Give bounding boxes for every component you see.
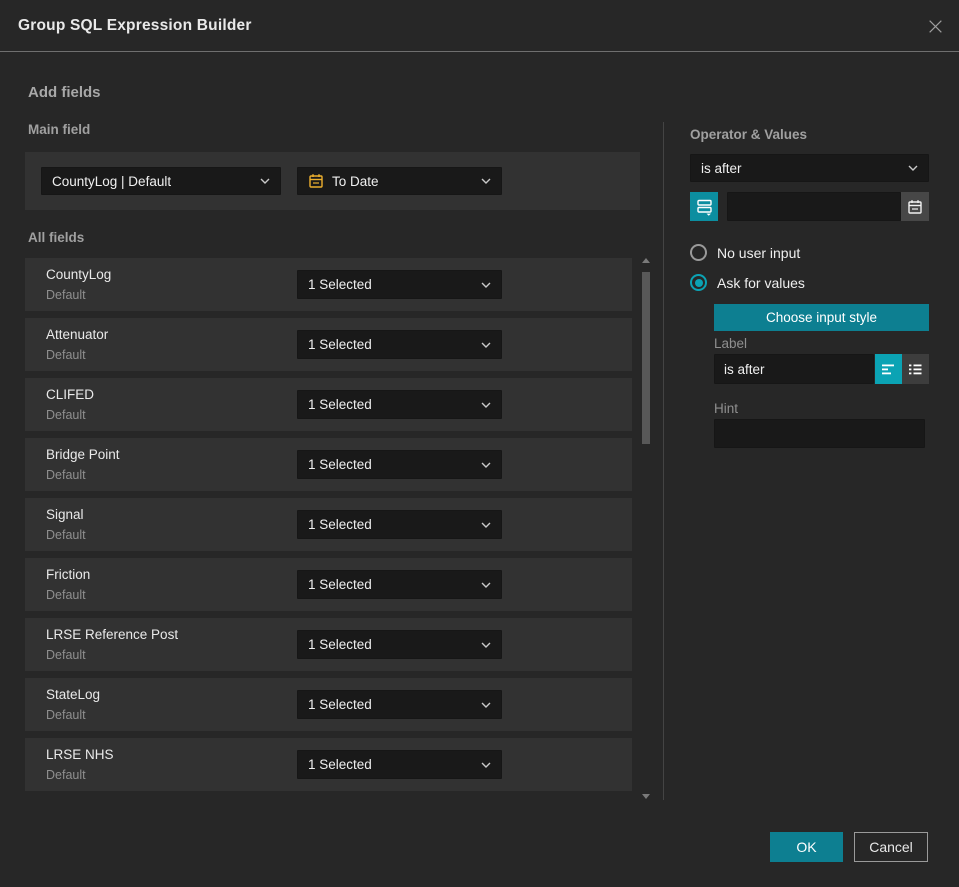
field-selected-value: 1 Selected [308, 757, 372, 772]
main-field-select[interactable]: CountyLog | Default [41, 167, 281, 195]
field-selected-value: 1 Selected [308, 277, 372, 292]
field-row: CLIFED Default 1 Selected [25, 378, 632, 431]
field-name: CLIFED [46, 387, 95, 402]
field-name: Bridge Point [46, 447, 120, 462]
field-row: Signal Default 1 Selected [25, 498, 632, 551]
calendar-icon [308, 173, 324, 189]
label-input[interactable] [714, 354, 874, 384]
label-input-row [714, 354, 929, 384]
field-name: LRSE NHS [46, 747, 114, 762]
field-selected-value: 1 Selected [308, 577, 372, 592]
choose-input-style-button[interactable]: Choose input style [714, 304, 929, 331]
chevron-down-icon [908, 165, 918, 171]
field-row: LRSE NHS Default 1 Selected [25, 738, 632, 791]
field-row: Bridge Point Default 1 Selected [25, 438, 632, 491]
chevron-down-icon [481, 178, 491, 184]
main-field-label: Main field [28, 122, 91, 137]
field-row: StateLog Default 1 Selected [25, 678, 632, 731]
field-selected-dropdown[interactable]: 1 Selected [297, 690, 502, 719]
field-subtype: Default [46, 528, 86, 542]
field-row: Attenuator Default 1 Selected [25, 318, 632, 371]
radio-ask-for-values[interactable]: Ask for values [690, 274, 805, 291]
field-selected-dropdown[interactable]: 1 Selected [297, 390, 502, 419]
field-selected-dropdown[interactable]: 1 Selected [297, 630, 502, 659]
single-value-style-icon[interactable] [875, 354, 902, 384]
field-subtype: Default [46, 288, 86, 302]
chevron-down-icon [481, 282, 491, 288]
field-name: Signal [46, 507, 84, 522]
field-name: StateLog [46, 687, 101, 702]
field-name: CountyLog [46, 267, 112, 282]
chevron-down-icon [481, 342, 491, 348]
hint-field-label: Hint [714, 401, 739, 416]
field-row: Friction Default 1 Selected [25, 558, 632, 611]
field-name: Friction [46, 567, 91, 582]
field-subtype: Default [46, 768, 86, 782]
field-selected-value: 1 Selected [308, 337, 372, 352]
field-row: CountyLog Default 1 Selected [25, 258, 632, 311]
field-subtype: Default [46, 468, 86, 482]
field-selected-dropdown[interactable]: 1 Selected [297, 570, 502, 599]
label-field-label: Label [714, 336, 748, 351]
operator-select-value: is after [701, 160, 742, 176]
main-value-select[interactable]: To Date [297, 167, 502, 195]
field-selected-dropdown[interactable]: 1 Selected [297, 330, 502, 359]
scrollbar-up-arrow-icon[interactable] [641, 256, 651, 264]
chevron-down-icon [481, 582, 491, 588]
field-selected-dropdown[interactable]: 1 Selected [297, 510, 502, 539]
field-selected-value: 1 Selected [308, 637, 372, 652]
all-fields-list: CountyLog Default 1 Selected Attenuator … [25, 258, 632, 798]
list-scrollbar [639, 256, 653, 800]
panel-divider [663, 122, 664, 800]
dialog-title: Group SQL Expression Builder [18, 16, 252, 34]
radio-no-user-input-label: No user input [717, 244, 801, 261]
operator-values-heading: Operator & Values [690, 127, 808, 142]
calendar-picker-icon[interactable] [901, 192, 929, 221]
chevron-down-icon [481, 462, 491, 468]
field-subtype: Default [46, 348, 86, 362]
field-selected-value: 1 Selected [308, 697, 372, 712]
main-field-select-value: CountyLog | Default [52, 173, 172, 189]
field-name: LRSE Reference Post [46, 627, 179, 642]
group-sql-expression-builder-dialog: Group SQL Expression Builder Add fields … [0, 0, 959, 887]
scrollbar-thumb[interactable] [642, 272, 650, 444]
field-subtype: Default [46, 708, 86, 722]
all-fields-label: All fields [28, 230, 85, 245]
field-selected-dropdown[interactable]: 1 Selected [297, 270, 502, 299]
chevron-down-icon [481, 702, 491, 708]
field-subtype: Default [46, 408, 86, 422]
operator-select[interactable]: is after [690, 154, 929, 182]
hint-input[interactable] [714, 419, 925, 448]
cancel-button[interactable]: Cancel [854, 832, 928, 862]
radio-circle-icon [690, 244, 707, 261]
radio-circle-selected-icon [690, 274, 707, 291]
value-input[interactable] [727, 192, 901, 221]
chevron-down-icon [481, 402, 491, 408]
close-icon[interactable] [925, 16, 945, 36]
main-field-panel: CountyLog | Default To Date [25, 152, 640, 210]
field-selected-dropdown[interactable]: 1 Selected [297, 750, 502, 779]
dialog-titlebar: Group SQL Expression Builder [0, 0, 959, 52]
field-selected-value: 1 Selected [308, 517, 372, 532]
field-subtype: Default [46, 648, 86, 662]
field-selected-dropdown[interactable]: 1 Selected [297, 450, 502, 479]
chevron-down-icon [481, 762, 491, 768]
scrollbar-down-arrow-icon[interactable] [641, 792, 651, 800]
unique-values-icon[interactable] [690, 192, 718, 221]
chevron-down-icon [481, 642, 491, 648]
field-selected-value: 1 Selected [308, 397, 372, 412]
field-name: Attenuator [46, 327, 109, 342]
radio-ask-for-values-label: Ask for values [717, 274, 805, 291]
chevron-down-icon [481, 522, 491, 528]
ok-button[interactable]: OK [770, 832, 843, 862]
add-fields-heading: Add fields [28, 84, 101, 101]
value-input-row [690, 192, 929, 221]
list-style-icon[interactable] [902, 354, 929, 384]
main-value-select-value: To Date [332, 173, 379, 189]
field-subtype: Default [46, 588, 86, 602]
field-row: LRSE Reference Post Default 1 Selected [25, 618, 632, 671]
chevron-down-icon [260, 178, 270, 184]
radio-no-user-input[interactable]: No user input [690, 244, 800, 261]
field-selected-value: 1 Selected [308, 457, 372, 472]
